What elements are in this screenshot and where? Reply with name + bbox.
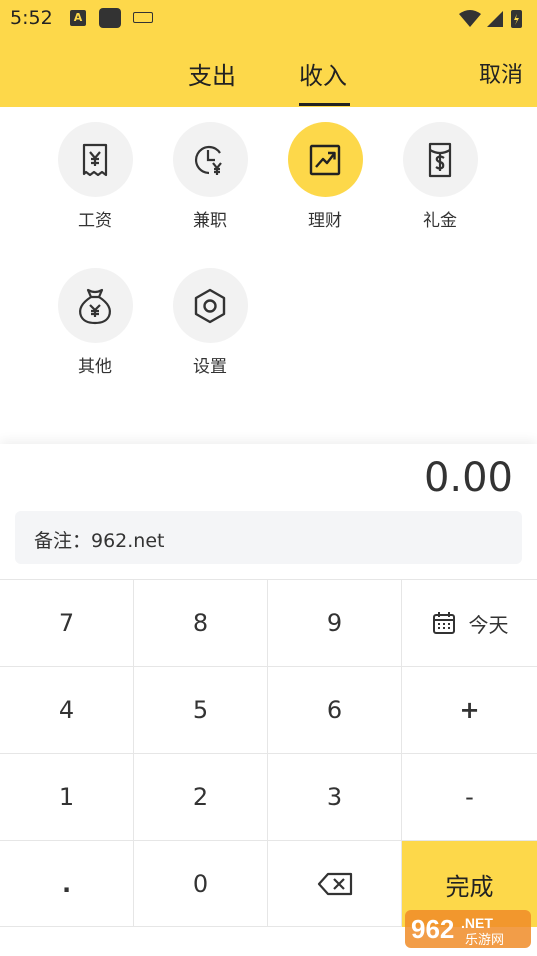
calendar-icon bbox=[432, 612, 455, 634]
app-notification-icon bbox=[99, 8, 121, 28]
category-settings[interactable]: 设置 bbox=[160, 268, 260, 377]
settings-hexagon-icon bbox=[172, 268, 248, 343]
key-6[interactable]: 6 bbox=[268, 667, 402, 754]
watermark-number: 962 bbox=[411, 914, 454, 944]
key-9[interactable]: 9 bbox=[268, 580, 402, 667]
key-dot[interactable]: . bbox=[0, 841, 134, 927]
status-bar: 5:52 A bbox=[0, 0, 537, 38]
cancel-button[interactable]: 取消 bbox=[479, 57, 523, 89]
wifi-icon bbox=[459, 10, 481, 27]
keypad: 7 8 9 今天 4 5 6 + 1 2 3 - . 0 完成 bbox=[0, 579, 537, 927]
amount-display: 0.00 bbox=[423, 455, 513, 501]
watermark-text: 乐游网 bbox=[465, 933, 504, 948]
key-2[interactable]: 2 bbox=[134, 754, 268, 841]
status-time: 5:52 bbox=[10, 7, 53, 29]
category-other[interactable]: 其他 bbox=[45, 268, 145, 377]
category-label: 其他 bbox=[78, 357, 112, 377]
category-label: 设置 bbox=[193, 357, 227, 377]
key-minus[interactable]: - bbox=[402, 754, 537, 841]
clock-yen-icon bbox=[172, 122, 248, 197]
tab-income[interactable]: 收入 bbox=[299, 56, 347, 91]
signal-icon bbox=[487, 11, 503, 27]
backspace-button[interactable] bbox=[268, 841, 402, 927]
category-gift-money[interactable]: 礼金 bbox=[390, 122, 490, 231]
backspace-icon bbox=[317, 872, 352, 895]
category-salary[interactable]: 工资 bbox=[45, 122, 145, 231]
dollar-envelope-icon bbox=[402, 122, 478, 197]
note-field[interactable]: 备注：962.net bbox=[15, 511, 522, 564]
trend-chart-icon bbox=[287, 122, 363, 197]
key-plus[interactable]: + bbox=[402, 667, 537, 754]
key-0[interactable]: 0 bbox=[134, 841, 268, 927]
money-bag-icon bbox=[57, 268, 133, 343]
keyboard-icon bbox=[133, 12, 153, 23]
key-1[interactable]: 1 bbox=[0, 754, 134, 841]
receipt-yen-icon bbox=[57, 122, 133, 197]
key-3[interactable]: 3 bbox=[268, 754, 402, 841]
watermark-logo: 962 .NET 乐游网 bbox=[405, 906, 531, 950]
status-right-icons bbox=[457, 8, 525, 34]
key-5[interactable]: 5 bbox=[134, 667, 268, 754]
category-label: 兼职 bbox=[193, 211, 227, 231]
a-notification-icon: A bbox=[70, 10, 86, 26]
category-label: 礼金 bbox=[423, 211, 457, 231]
category-investment[interactable]: 理财 bbox=[275, 122, 375, 231]
watermark-suffix: .NET bbox=[461, 915, 493, 931]
category-label: 工资 bbox=[78, 211, 112, 231]
key-8[interactable]: 8 bbox=[134, 580, 268, 667]
date-button[interactable]: 今天 bbox=[402, 580, 537, 667]
key-7[interactable]: 7 bbox=[0, 580, 134, 667]
date-label: 今天 bbox=[468, 612, 509, 637]
category-label: 理财 bbox=[308, 211, 342, 231]
key-4[interactable]: 4 bbox=[0, 667, 134, 754]
note-text: 备注：962.net bbox=[34, 530, 165, 552]
active-tab-indicator bbox=[299, 103, 350, 106]
category-part-time[interactable]: 兼职 bbox=[160, 122, 260, 231]
top-bar: 5:52 A 支出 收入 取消 bbox=[0, 0, 537, 107]
tab-expense[interactable]: 支出 bbox=[188, 56, 236, 91]
